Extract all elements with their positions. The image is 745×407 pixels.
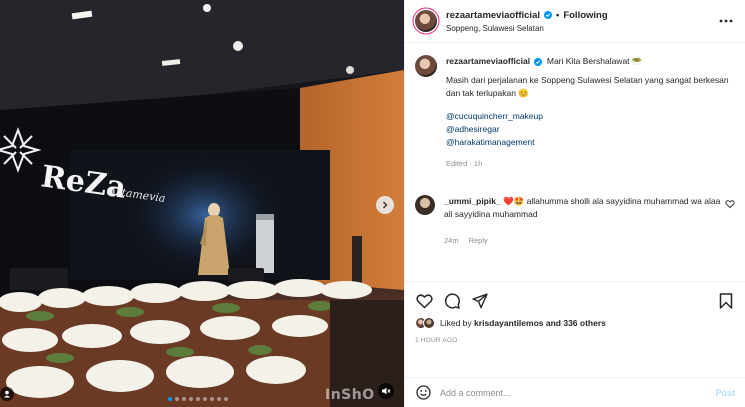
stage-photo: ReZa Artamevia (0, 0, 404, 407)
comment-body: _ummi_pipik_ ❤️🤩 allahumma sholli ala sa… (444, 195, 725, 247)
comments-section[interactable]: rezaartameviaofficial Mari Kita Bershala… (405, 43, 745, 281)
carousel-dot (203, 397, 207, 401)
comment-emojis: ❤️🤩 (503, 196, 525, 206)
post-header: rezaartameviaofficial • Following Soppen… (405, 0, 745, 43)
caption-text: Masih dari perjalanan ke Soppeng Sulawes… (446, 75, 729, 98)
liker-username[interactable]: krisdayantilemos (474, 318, 543, 328)
video-watermark: InShO (325, 387, 375, 403)
paper-plane-icon (472, 293, 488, 309)
reply-button[interactable]: Reply (469, 234, 488, 247)
caption-body: rezaartameviaofficial Mari Kita Bershala… (446, 55, 735, 170)
header-separator: • (556, 9, 560, 21)
carousel-dot (210, 397, 214, 401)
post-actions: Liked by krisdayantilemos and 336 others… (405, 281, 745, 377)
smiley-icon (415, 385, 431, 400)
comment-input[interactable] (440, 387, 716, 398)
add-comment-bar: Post (405, 377, 745, 407)
liker-avatar[interactable] (423, 317, 435, 329)
post-timestamp[interactable]: 1 HOUR AGO (415, 337, 735, 344)
like-button[interactable] (415, 292, 433, 310)
carousel-indicator (168, 397, 228, 401)
caption-meta: Edited · 1h (446, 159, 483, 168)
carousel-dot (217, 397, 221, 401)
carousel-dot (182, 397, 186, 401)
commenter-avatar[interactable] (415, 195, 435, 215)
verified-badge-icon (544, 11, 552, 19)
carousel-dot (189, 397, 193, 401)
caption-username[interactable]: rezaartameviaofficial (446, 56, 530, 66)
following-button[interactable]: Following (563, 10, 607, 21)
comment-button[interactable] (443, 292, 461, 310)
more-options-button[interactable] (719, 14, 733, 28)
comment-item: _ummi_pipik_ ❤️🤩 allahumma sholli ala sa… (415, 195, 735, 247)
mention-link[interactable]: @harakatimanagement (446, 136, 735, 149)
post-location[interactable]: Soppeng, Sulawesi Selatan (446, 24, 719, 33)
author-row: rezaartameviaofficial • Following (446, 10, 719, 21)
next-slide-button[interactable] (376, 196, 394, 214)
user-icon (3, 390, 11, 398)
likes-prefix: Liked by (440, 318, 472, 328)
mute-toggle-button[interactable] (378, 383, 394, 399)
post-caption: rezaartameviaofficial Mari Kita Bershala… (415, 55, 735, 170)
save-button[interactable] (717, 292, 735, 310)
carousel-dot (196, 397, 200, 401)
comment-age: 24m (444, 236, 459, 245)
likers-avatars (415, 317, 435, 329)
action-icons (415, 288, 735, 314)
post-media[interactable]: ReZa Artamevia InShO (0, 0, 404, 407)
emoji-picker-button[interactable] (415, 385, 431, 401)
like-comment-heart-icon[interactable] (725, 199, 735, 209)
carousel-dot (224, 397, 228, 401)
verified-badge-icon (534, 58, 543, 66)
post-modal: ReZa Artamevia InShO rezaartameviaoffici… (0, 0, 745, 407)
author-avatar[interactable] (415, 10, 437, 32)
author-info: rezaartameviaofficial • Following Soppen… (446, 10, 719, 33)
comment-actions: 24m Reply (444, 234, 725, 247)
speech-bubble-icon (444, 293, 460, 309)
mention-link[interactable]: @adhesiregar (446, 123, 735, 136)
more-horizontal-icon (719, 19, 733, 23)
caption-author-avatar[interactable] (415, 55, 437, 77)
carousel-dot (175, 397, 179, 401)
commenter-username[interactable]: _ummi_pipik_ (444, 196, 501, 206)
author-username[interactable]: rezaartameviaofficial (446, 10, 540, 21)
caption-header: rezaartameviaofficial Mari Kita Bershala… (446, 55, 735, 68)
bookmark-icon (719, 293, 733, 309)
heart-icon (415, 294, 433, 309)
caption-mentions: @cucuquincherr_makeup @adhesiregar @hara… (446, 110, 735, 149)
likes-others[interactable]: and 336 others (546, 318, 606, 328)
caption-title: Mari Kita Bershalawat 🥗 (546, 56, 643, 66)
chevron-right-icon (383, 201, 388, 209)
share-button[interactable] (471, 292, 489, 310)
tagged-users-button[interactable] (0, 387, 14, 401)
likes-summary: Liked by krisdayantilemos and 336 others (415, 317, 735, 329)
post-details-panel: rezaartameviaofficial • Following Soppen… (404, 0, 745, 407)
speaker-muted-icon (382, 387, 391, 395)
mention-link[interactable]: @cucuquincherr_makeup (446, 110, 735, 123)
carousel-dot (168, 397, 172, 401)
post-comment-button[interactable]: Post (715, 388, 735, 398)
